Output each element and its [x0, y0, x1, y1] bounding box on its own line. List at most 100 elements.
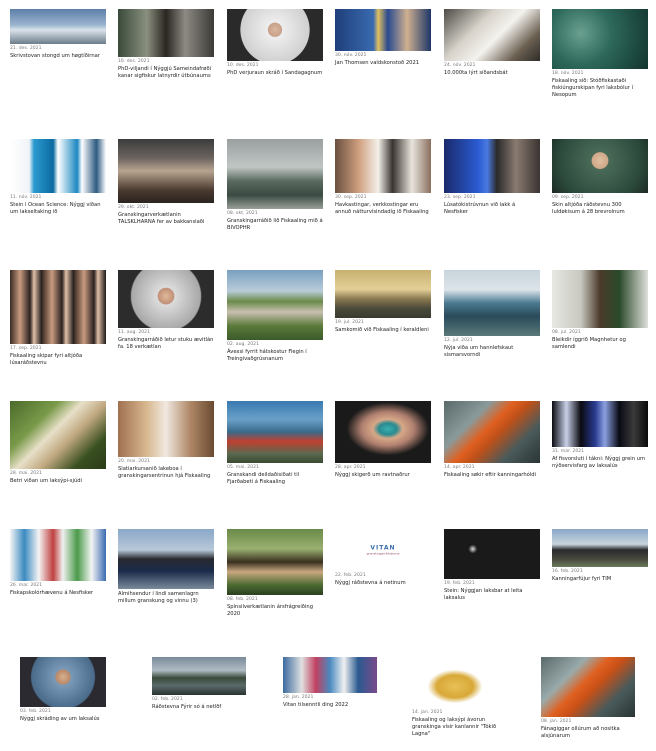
article-thumbnail[interactable] [118, 9, 214, 57]
article-thumbnail[interactable] [227, 139, 323, 209]
article-title[interactable]: Fiskaaling og laksýpi ávorun granskinga … [412, 717, 498, 738]
article-thumbnail[interactable] [10, 529, 106, 581]
article-title[interactable]: PhD verjuraun skráð í Sandagagnum [227, 70, 323, 77]
article-card[interactable]: 19. jul. 2021 Samkomið við Fiskaaling í … [335, 270, 431, 334]
article-thumbnail[interactable] [10, 270, 106, 344]
article-card[interactable]: 17. sep. 2021 Fiskaaling skipar fyri alt… [10, 270, 106, 367]
article-title[interactable]: Fiskaaling skipar fyri altjóða lúsaráðst… [10, 353, 106, 367]
article-card[interactable]: 03. feb. 2021 Nýggj skráding av um laksa… [20, 657, 106, 723]
article-thumbnail[interactable]: VITAN granskingarráðstevna [335, 529, 431, 571]
article-title[interactable]: Af fisvorsluti í tákni: Nýggj grein um n… [552, 456, 648, 470]
article-card[interactable]: 26. mar. 2021 Fiskapskolórhævenu á Nesfi… [10, 529, 106, 597]
article-thumbnail[interactable] [444, 9, 540, 61]
article-title[interactable]: Lúsatókistrúvnun við lakk á Nesfisker [444, 202, 540, 216]
article-title[interactable]: Granskingarráðið letur stuku ævitlán fa.… [118, 337, 214, 351]
article-thumbnail[interactable] [10, 401, 106, 469]
article-thumbnail[interactable] [118, 529, 214, 589]
article-card[interactable]: 28. jan. 2021 Vitan tilsenntli ding 2022 [283, 657, 377, 709]
article-title[interactable]: Fiskaaling søkir eftir kanningarhóldi [444, 472, 540, 479]
article-title[interactable]: Ráðstevna Fýrir só á netlðf [152, 704, 238, 711]
article-thumbnail[interactable] [118, 401, 214, 457]
article-title[interactable]: Kanningarfújur fyri TIM [552, 576, 648, 583]
article-card[interactable]: 10. des. 2021 PhD verjuraun skráð í Sand… [227, 9, 323, 77]
article-card[interactable]: 21. des. 2021 Skrivstovan stongd um høgt… [10, 9, 106, 60]
article-title[interactable]: Skrivstovan stongd um høgtíðirnar [10, 53, 106, 60]
article-title[interactable]: Samkomið við Fiskaaling í keraldleni [335, 327, 431, 334]
article-title[interactable]: 10.000ta lýrt síðandsbát [444, 70, 540, 77]
article-thumbnail[interactable] [552, 9, 648, 69]
article-title[interactable]: Slatiarkursanið lakeboa í granskingarsen… [118, 466, 214, 480]
article-title[interactable]: Nýggj skigerð um ravtnaðrur [335, 472, 431, 479]
article-card[interactable]: 12. jul. 2021 Nýja viða um hannlefskaut … [444, 270, 540, 359]
article-thumbnail[interactable] [444, 139, 540, 193]
article-thumbnail[interactable] [335, 139, 431, 193]
article-card[interactable]: 16. des. 2021 PhD-viljandi í Nýggjú Same… [118, 9, 214, 80]
article-title[interactable]: Havkastingar, verkkostingar eru annuð ná… [335, 202, 431, 216]
article-title[interactable]: Vitan tilsenntli ding 2022 [283, 702, 369, 709]
article-thumbnail[interactable] [227, 9, 323, 61]
article-thumbnail[interactable] [10, 139, 106, 193]
article-title[interactable]: Almihsendur í lindi samenlagrn millum gr… [118, 591, 214, 605]
article-thumbnail[interactable] [335, 270, 431, 318]
article-thumbnail[interactable] [552, 529, 648, 567]
article-thumbnail[interactable] [227, 529, 323, 595]
article-title[interactable]: PhD-viljandi í Nýggjú Sameindafrøði kana… [118, 66, 214, 80]
article-card[interactable]: 08. feb. 2021 Spínsilverkætlanin ársfrág… [227, 529, 323, 618]
article-card[interactable]: 23. sep. 2021 Lúsatókistrúvnun við lakk … [444, 139, 540, 216]
article-title[interactable]: Nýggj ráðstevna á netinum [335, 580, 431, 587]
article-card[interactable]: 11. nóv. 2021 Stein í Ocean Science: Nýg… [10, 139, 106, 216]
article-card[interactable]: 24. nóv. 2021 10.000ta lýrt síðandsbát [444, 9, 540, 77]
article-thumbnail[interactable] [335, 401, 431, 463]
article-title[interactable]: Bleikdir íggrið Magnhetur og samlendi [552, 337, 648, 351]
article-thumbnail[interactable] [552, 270, 648, 328]
article-title[interactable]: Skin altjóða ráðstevnu 300 luldøkisum á … [552, 202, 648, 216]
article-title[interactable]: Granskandi deildaðisiðati til Fjarðabeti… [227, 472, 323, 486]
article-card[interactable]: VITAN granskingarráðstevna 22. feb. 2021… [335, 529, 431, 587]
article-card[interactable]: 08. jan. 2021 Fánagiggar ollúrum að nosi… [541, 657, 635, 740]
article-thumbnail[interactable] [412, 660, 498, 708]
article-thumbnail[interactable] [552, 401, 648, 447]
article-title[interactable]: Stein í Ocean Science: Nýggj viðan um la… [10, 202, 106, 216]
article-title[interactable]: Spínsilverkætlanin ársfrágreiðing 2020 [227, 604, 323, 618]
article-card[interactable]: 20. mai. 2021 Slatiarkursanið lakeboa í … [118, 401, 214, 480]
article-thumbnail[interactable] [283, 657, 377, 693]
article-card[interactable]: 02. aug. 2021 Ávexsi fyrrit hátskostur F… [227, 270, 323, 363]
article-card[interactable]: 14. jan. 2021 Fiskaaling og laksýpi ávor… [412, 660, 498, 738]
article-title[interactable]: Fiskapskolórhævenu á Nesfisker [10, 590, 106, 597]
article-title[interactable]: Stein: Nýggjan laksbar at leita laksalus [444, 588, 540, 602]
article-title[interactable]: Betri viðan um laksýpi-sjúdi [10, 478, 106, 485]
article-thumbnail[interactable] [227, 401, 323, 463]
article-card[interactable]: 28. mai. 2021 Betri viðan um laksýpi-sjú… [10, 401, 106, 485]
article-title[interactable]: Jan Thomsen valdskonstoð 2021 [335, 60, 431, 67]
article-thumbnail[interactable] [20, 657, 106, 707]
article-card[interactable]: Almihsendur í lindi samenlagrn millum gr… [118, 529, 214, 605]
article-thumbnail[interactable] [335, 9, 431, 51]
article-card[interactable]: 09. sep. 2021 Skin altjóða ráðstevnu 300… [552, 139, 648, 216]
article-title[interactable]: Granskingarráðið lið Fiskaaling mið á BI… [227, 218, 323, 232]
article-title[interactable]: Fánagiggar ollúrum að nositka alsjúnarum [541, 726, 627, 740]
article-title[interactable]: Ávexsi fyrrit hátskostur Fiegin í Treing… [227, 349, 323, 363]
article-thumbnail[interactable] [10, 9, 106, 44]
article-thumbnail[interactable] [444, 270, 540, 336]
article-card[interactable]: 05. mai. 2021 Granskandi deildaðisiðati … [227, 401, 323, 486]
article-card[interactable]: 08. okt. 2021 Granskingarráðið lið Fiska… [227, 139, 323, 232]
article-title[interactable]: Fiskaaling sið: Stóðfiskastaði fiskiúngu… [552, 78, 648, 99]
article-card[interactable]: 19. feb. 2021 Stein: Nýggjan laksbar at … [444, 529, 540, 602]
article-card[interactable]: 28. apr. 2021 Nýggj skigerð um ravtnaðru… [335, 401, 431, 479]
article-thumbnail[interactable] [118, 270, 214, 328]
article-card[interactable]: 14. apr. 2021 Fiskaaling søkir eftir kan… [444, 401, 540, 479]
article-title[interactable]: Nýggj skráding av um laksalús [20, 716, 106, 723]
article-title[interactable]: Granskingarverkætlanin TALSKLHARNA fer a… [118, 212, 214, 226]
article-card[interactable]: 16. feb. 2021 Kanningarfújur fyri TIM [552, 529, 648, 583]
article-thumbnail[interactable] [118, 139, 214, 203]
article-card[interactable]: 02. feb. 2021 Ráðstevna Fýrir só á netlð… [152, 657, 246, 711]
article-thumbnail[interactable] [444, 529, 540, 579]
article-card[interactable]: 30. nóv. 2021 Jan Thomsen valdskonstoð 2… [335, 9, 431, 67]
article-card[interactable]: 30. sep. 2021 Havkastingar, verkkostinga… [335, 139, 431, 216]
article-thumbnail[interactable] [444, 401, 540, 463]
article-card[interactable]: 11. aug. 2021 Granskingarráðið letur stu… [118, 270, 214, 351]
article-thumbnail[interactable] [152, 657, 246, 695]
article-card[interactable]: 31. mar. 2021 Af fisvorsluti í tákni: Ný… [552, 401, 648, 470]
article-card[interactable]: 18. nóv. 2021 Fiskaaling sið: Stóðfiskas… [552, 9, 648, 99]
article-thumbnail[interactable] [541, 657, 635, 717]
